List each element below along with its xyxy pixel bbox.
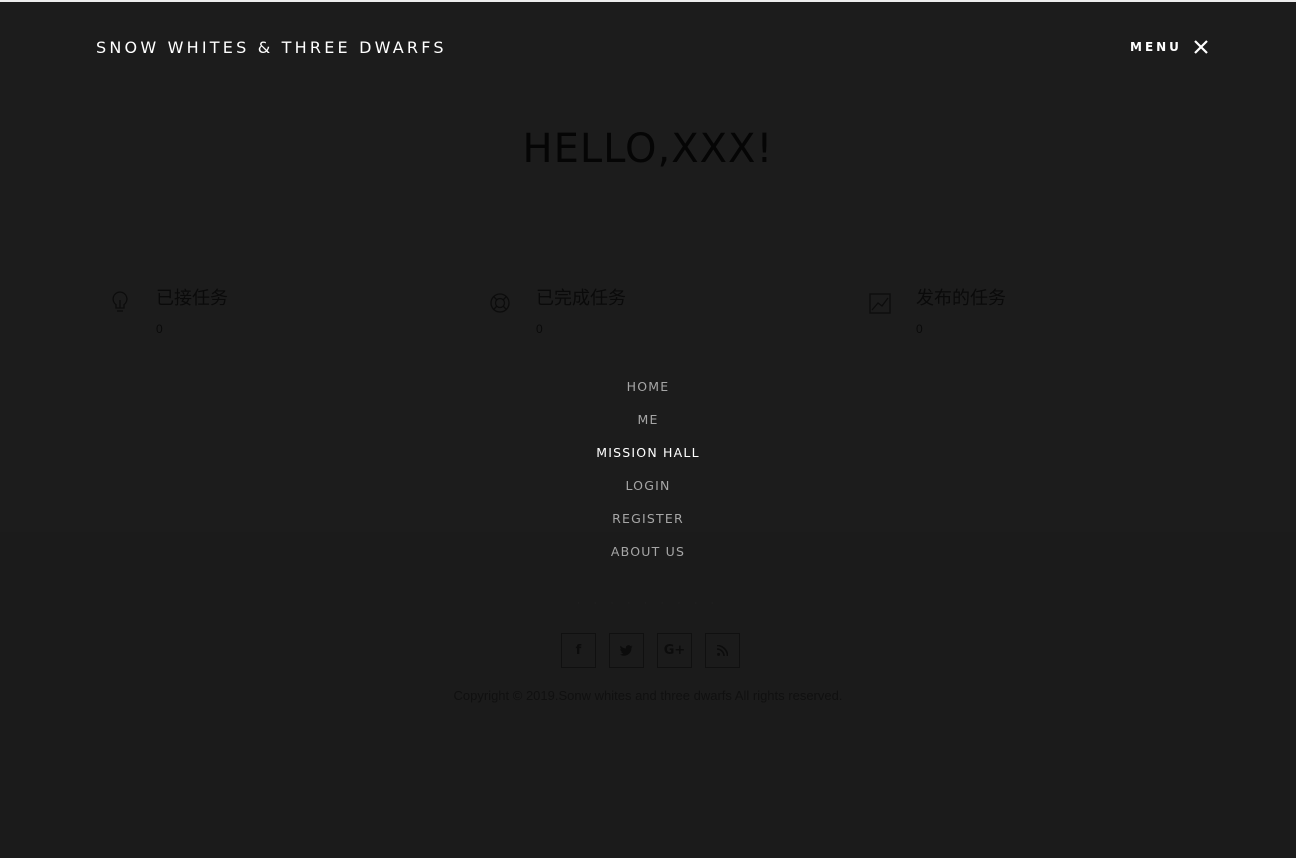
lifebuoy-icon [490, 293, 510, 313]
menu-item-login[interactable]: LOGIN [0, 477, 1296, 510]
lightbulb-icon [112, 291, 128, 312]
chart-icon [869, 293, 891, 314]
page-frame: SNOW WHITES & THREE DWARFS MENU HELLO,XX… [0, 0, 1296, 858]
menu-item-mission-hall[interactable]: MISSION HALL [0, 444, 1296, 477]
twitter-bird-glyph [620, 644, 633, 656]
rss-icon[interactable] [705, 633, 740, 668]
stat-count: 0 [156, 322, 163, 336]
page-title: HELLO,XXX! [522, 126, 774, 172]
stat-title: 发布的任务 [916, 288, 1006, 309]
menu-label: MENU [1130, 40, 1182, 54]
google-plus-icon[interactable]: G+ [657, 633, 692, 668]
stat-count: 0 [916, 322, 923, 336]
twitter-icon[interactable] [609, 633, 644, 668]
brand-title[interactable]: SNOW WHITES & THREE DWARFS [96, 38, 447, 57]
copyright-text: Copyright © 2019.Sonw whites and three d… [453, 688, 843, 703]
overlay-menu: HOME ME MISSION HALL LOGIN REGISTER ABOU… [0, 378, 1296, 576]
footer-divider: · · · · · · · · · [576, 597, 720, 609]
menu-item-me[interactable]: ME [0, 411, 1296, 444]
stat-title: 已接任务 [156, 288, 228, 309]
stat-count: 0 [536, 322, 543, 336]
menu-item-home[interactable]: HOME [0, 378, 1296, 411]
social-links: f G+ [561, 633, 740, 668]
menu-item-about-us[interactable]: ABOUT US [0, 543, 1296, 576]
close-icon [1194, 40, 1208, 54]
facebook-icon[interactable]: f [561, 633, 596, 668]
rss-glyph [717, 645, 728, 656]
stat-title: 已完成任务 [536, 288, 626, 309]
menu-item-register[interactable]: REGISTER [0, 510, 1296, 543]
menu-close-button[interactable]: MENU [1130, 40, 1208, 54]
